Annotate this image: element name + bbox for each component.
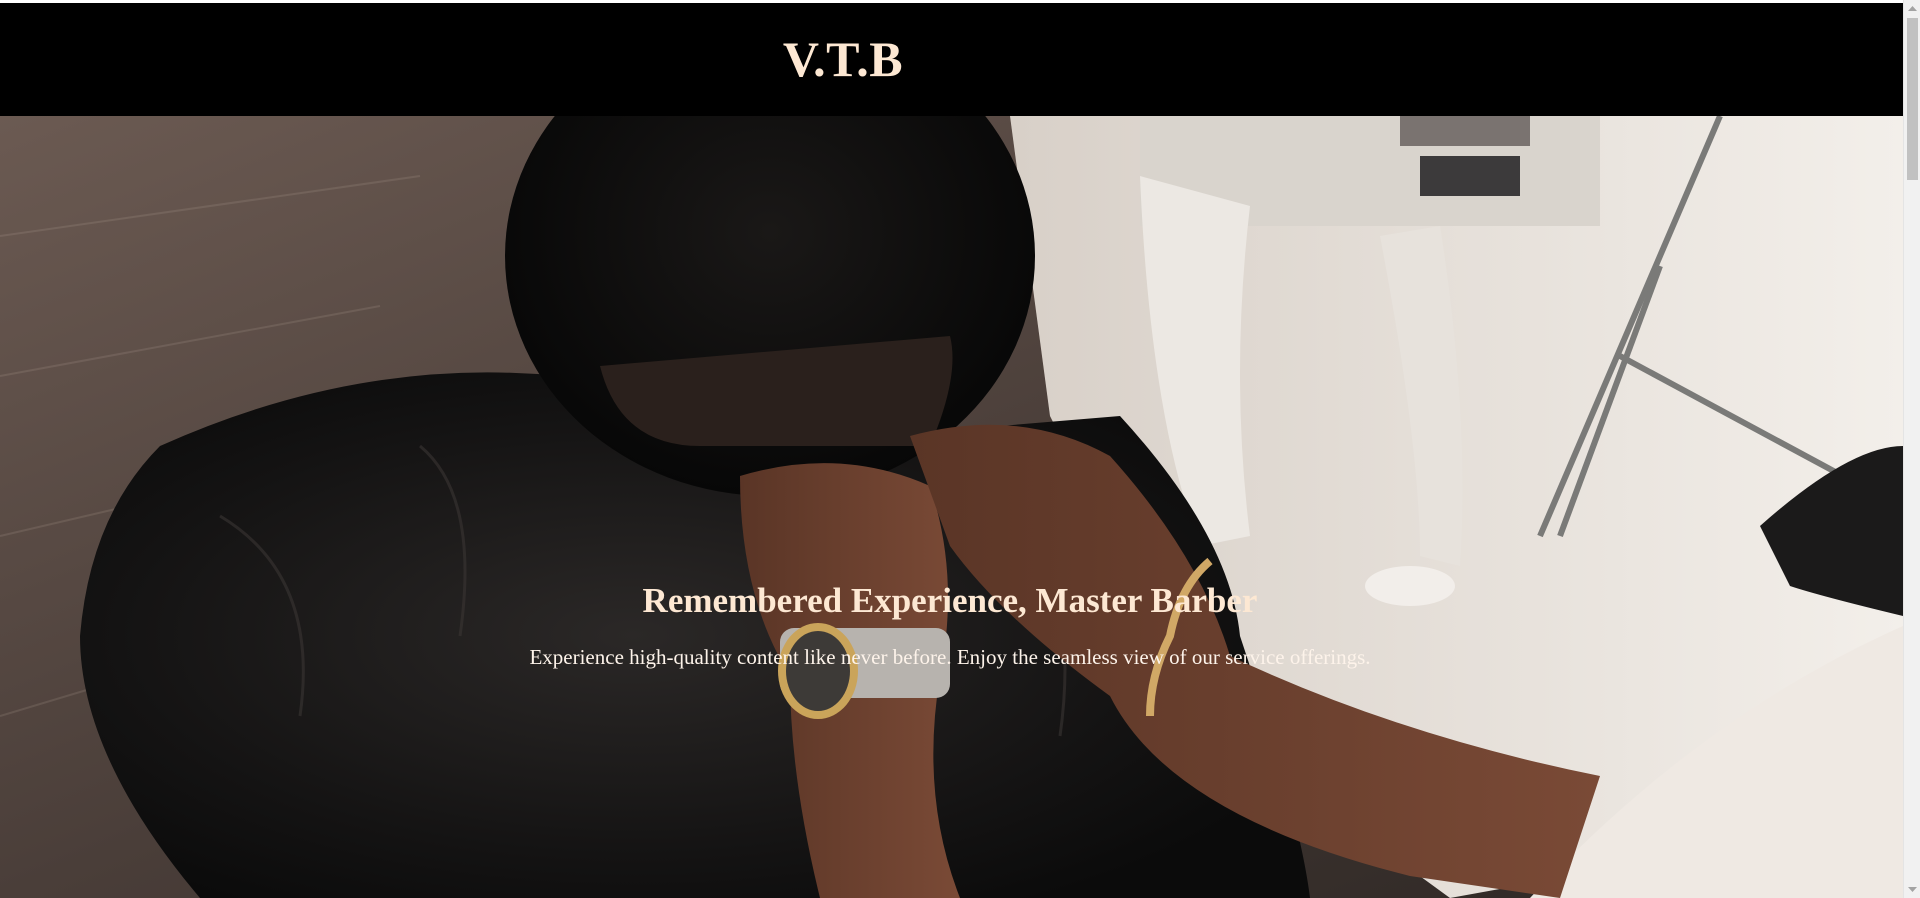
hero-title: Remembered Experience, Master Barber: [642, 581, 1258, 620]
chevron-up-icon[interactable]: [1904, 0, 1920, 17]
hero-section: Remembered Experience, Master Barber Exp…: [0, 116, 1903, 898]
hero-subtitle: Experience high-quality content like nev…: [529, 645, 1371, 669]
hero-background-image: [0, 116, 1903, 898]
page-viewport: V.T.B Remembered Experience, Master Barb…: [0, 0, 1903, 898]
brand-logo[interactable]: V.T.B: [0, 29, 1686, 89]
site-header: V.T.B: [0, 3, 1903, 116]
scrollbar-thumb[interactable]: [1907, 18, 1918, 180]
vertical-scrollbar[interactable]: [1903, 0, 1920, 898]
chevron-down-icon[interactable]: [1904, 881, 1920, 898]
